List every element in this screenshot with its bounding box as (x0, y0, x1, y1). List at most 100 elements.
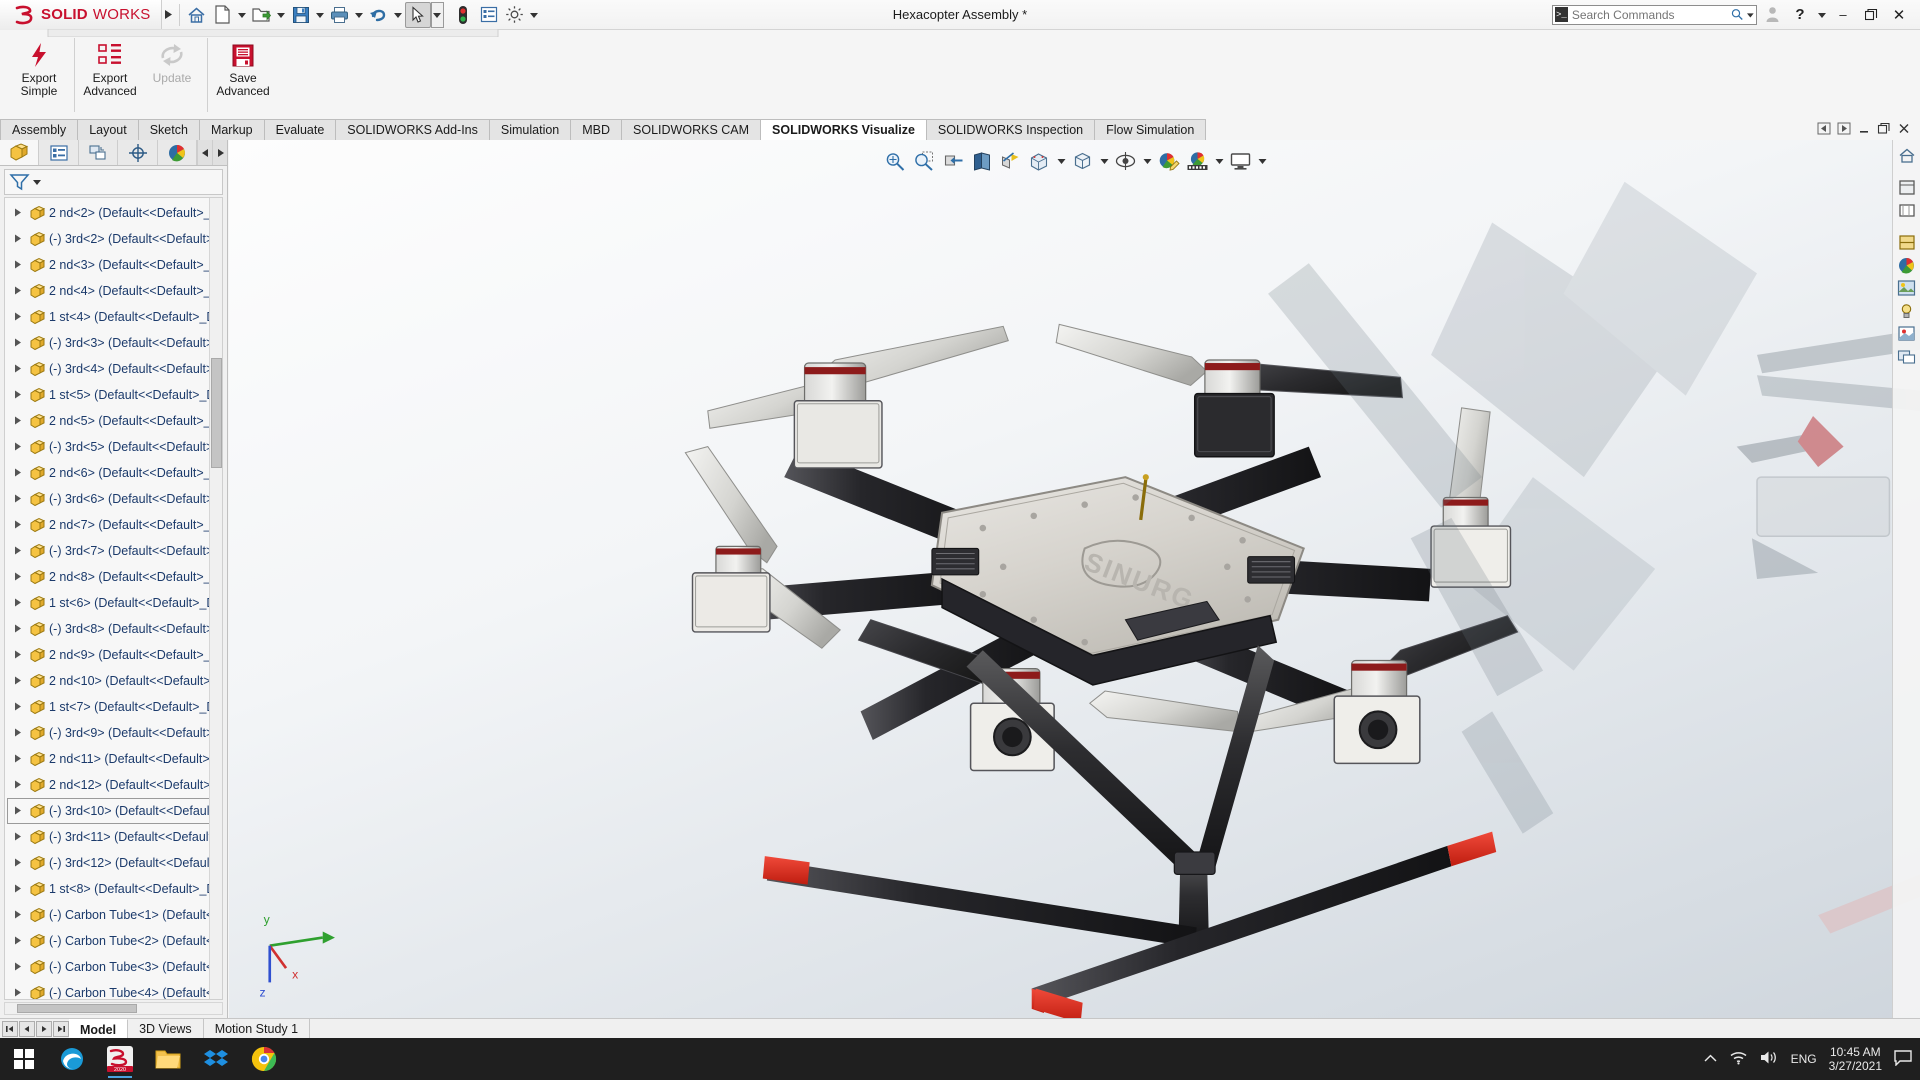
bottom-tab-model[interactable]: Model (69, 1019, 129, 1039)
tree-item[interactable]: 1 st<8> (Default<<Default>_D (7, 876, 222, 902)
tree-item[interactable]: (-) Carbon Tube<4> (Default< (7, 980, 222, 999)
tree-expand-right-icon[interactable] (11, 832, 25, 843)
tree-expand-right-icon[interactable] (11, 910, 25, 921)
tree-item[interactable]: 2 nd<9> (Default<<Default>_D (7, 642, 222, 668)
tree-item[interactable]: 2 nd<7> (Default<<Default>_D (7, 512, 222, 538)
dropbox-icon[interactable] (192, 1038, 240, 1080)
feature-tree-hscroll-thumb[interactable] (17, 1004, 137, 1013)
tree-item[interactable]: (-) 3rd<2> (Default<<Default> (7, 226, 222, 252)
help-dropdown-icon[interactable] (1815, 2, 1828, 28)
tree-expand-right-icon[interactable] (11, 754, 25, 765)
zoom-to-area-icon[interactable] (910, 148, 937, 173)
property-manager-tab[interactable] (39, 140, 79, 165)
view-settings-dropdown-icon[interactable] (1256, 148, 1268, 173)
graphics-viewport[interactable]: SINURG y x z (229, 140, 1920, 1018)
new-document-dropdown-icon[interactable] (236, 2, 249, 28)
edit-appearance-icon[interactable] (1155, 148, 1182, 173)
tree-expand-right-icon[interactable] (11, 962, 25, 973)
tree-item[interactable]: (-) 3rd<6> (Default<<Default> (7, 486, 222, 512)
tree-expand-right-icon[interactable] (11, 286, 25, 297)
options-list-icon[interactable] (476, 2, 502, 28)
save-dropdown-icon[interactable] (314, 2, 327, 28)
tab-sketch[interactable]: Sketch (137, 119, 200, 140)
display-style-icon[interactable] (1026, 148, 1053, 173)
close-doc-icon[interactable] (1895, 122, 1912, 138)
minimize-doc-icon[interactable] (1855, 122, 1872, 138)
tab-evaluate[interactable]: Evaluate (263, 119, 337, 140)
chrome-icon[interactable] (240, 1038, 288, 1080)
tree-expand-right-icon[interactable] (11, 806, 25, 817)
tab-solidworks-add-ins[interactable]: SOLIDWORKS Add-Ins (335, 119, 490, 140)
tree-expand-right-icon[interactable] (11, 572, 25, 583)
view-settings-icon[interactable] (1227, 148, 1254, 173)
tree-item[interactable]: 2 nd<2> (Default<<Default>_D (7, 200, 222, 226)
tab-solidworks-visualize[interactable]: SOLIDWORKS Visualize (760, 119, 927, 140)
tree-item[interactable]: (-) 3rd<4> (Default<<Default> (7, 356, 222, 382)
tab-assembly[interactable]: Assembly (0, 119, 79, 140)
tree-expand-right-icon[interactable] (11, 884, 25, 895)
feature-tree-hscrollbar[interactable] (4, 1002, 223, 1015)
tree-item[interactable]: (-) 3rd<3> (Default<<Default> (7, 330, 222, 356)
feature-tree-filter[interactable] (4, 169, 223, 195)
tree-item[interactable]: 2 nd<10> (Default<<Default>_ (7, 668, 222, 694)
view-section-icon[interactable] (1895, 231, 1919, 253)
tree-item[interactable]: 2 nd<8> (Default<<Default>_D (7, 564, 222, 590)
tree-item[interactable]: 1 st<4> (Default<<Default>_D (7, 304, 222, 330)
help-question-icon[interactable]: ? (1787, 2, 1813, 28)
zoom-to-fit-icon[interactable] (881, 148, 908, 173)
file-explorer-icon[interactable] (144, 1038, 192, 1080)
next-tab-icon[interactable] (36, 1020, 52, 1037)
tree-item[interactable]: (-) 3rd<5> (Default<<Default> (7, 434, 222, 460)
tree-item[interactable]: 2 nd<11> (Default<<Default>_ (7, 746, 222, 772)
print-dropdown-icon[interactable] (353, 2, 366, 28)
view-top-icon[interactable] (1895, 199, 1919, 221)
tree-expand-right-icon[interactable] (11, 728, 25, 739)
tab-flow-simulation[interactable]: Flow Simulation (1094, 119, 1207, 140)
tree-expand-right-icon[interactable] (11, 520, 25, 531)
tree-expand-right-icon[interactable] (11, 260, 25, 271)
tree-expand-right-icon[interactable] (11, 546, 25, 557)
next-doc-icon[interactable] (1835, 122, 1852, 138)
tree-expand-right-icon[interactable] (11, 364, 25, 375)
last-tab-icon[interactable] (53, 1020, 69, 1037)
tree-expand-right-icon[interactable] (11, 702, 25, 713)
configuration-manager-tab[interactable] (79, 140, 119, 165)
undo-dropdown-icon[interactable] (392, 2, 405, 28)
decals-icon[interactable] (1895, 323, 1919, 345)
tree-expand-right-icon[interactable] (11, 598, 25, 609)
home-icon[interactable] (184, 2, 210, 28)
expand-menu-icon[interactable] (162, 2, 175, 28)
feature-manager-tab[interactable] (0, 140, 40, 165)
tree-item[interactable]: 1 st<7> (Default<<Default>_D (7, 694, 222, 720)
bottom-tab-3d-views[interactable]: 3D Views (128, 1019, 204, 1039)
settings-dropdown-icon[interactable] (528, 2, 541, 28)
restore-window-button[interactable] (1858, 2, 1884, 28)
close-window-button[interactable]: ✕ (1886, 2, 1912, 28)
tab-layout[interactable]: Layout (77, 119, 139, 140)
panel-tab-next-icon[interactable] (212, 140, 227, 165)
tree-item[interactable]: (-) 3rd<10> (Default<<Default (7, 798, 222, 824)
tree-item[interactable]: (-) 3rd<8> (Default<<Default> (7, 616, 222, 642)
open-document-dropdown-icon[interactable] (275, 2, 288, 28)
tab-simulation[interactable]: Simulation (488, 119, 572, 140)
wifi-icon[interactable] (1729, 1050, 1748, 1068)
section-view-icon[interactable] (939, 148, 966, 173)
tree-expand-right-icon[interactable] (11, 624, 25, 635)
user-account-icon[interactable] (1759, 2, 1785, 28)
tree-expand-right-icon[interactable] (11, 468, 25, 479)
search-commands-box[interactable]: >_ (1552, 4, 1757, 25)
rebuild-icon[interactable] (450, 2, 476, 28)
tree-item[interactable]: 1 st<5> (Default<<Default>_D (7, 382, 222, 408)
prev-doc-icon[interactable] (1815, 122, 1832, 138)
display-states-icon[interactable] (1895, 346, 1919, 368)
tree-expand-right-icon[interactable] (11, 312, 25, 323)
minimize-window-button[interactable]: – (1830, 2, 1856, 28)
tab-solidworks-inspection[interactable]: SOLIDWORKS Inspection (925, 119, 1096, 140)
tree-expand-right-icon[interactable] (11, 780, 25, 791)
show-hidden-icons-chevron[interactable] (1704, 1052, 1717, 1066)
save-advanced-button[interactable]: Save Advanced (212, 36, 274, 102)
tree-expand-right-icon[interactable] (11, 338, 25, 349)
search-input[interactable] (1571, 7, 1727, 22)
print-icon[interactable] (327, 2, 353, 28)
scenes-icon[interactable] (1895, 277, 1919, 299)
